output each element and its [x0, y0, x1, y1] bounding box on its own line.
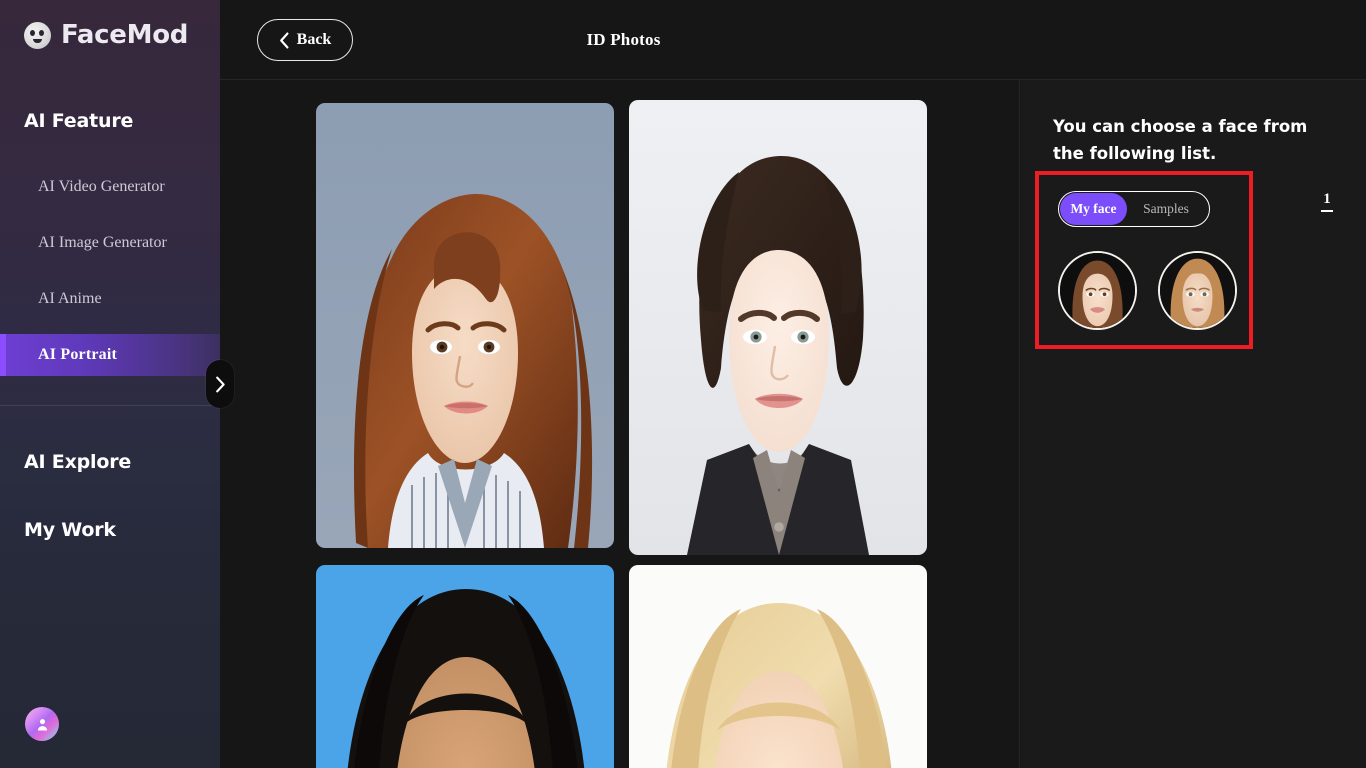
- sidebar-item-ai-image-generator[interactable]: AI Image Generator: [0, 222, 220, 264]
- brand-name: FaceMod: [61, 20, 189, 50]
- gallery-photo-item[interactable]: [629, 565, 927, 768]
- panel-heading: You can choose a face from the following…: [1053, 117, 1308, 163]
- gallery-photo-item[interactable]: [316, 103, 614, 548]
- annotation-underline: [1321, 210, 1333, 212]
- user-avatar-icon[interactable]: [25, 707, 59, 741]
- sidebar-item-ai-anime[interactable]: AI Anime: [0, 278, 220, 320]
- sidebar-item-label: AI Portrait: [38, 346, 118, 363]
- photo-gallery: [220, 80, 1020, 768]
- sidebar-item-label: AI Video Generator: [38, 178, 165, 195]
- header: Back ID Photos: [220, 0, 1366, 80]
- gallery-photo-item[interactable]: [316, 565, 614, 768]
- chevron-right-icon: [215, 376, 225, 392]
- gallery-photo-item[interactable]: [629, 100, 927, 555]
- face-thumbnail[interactable]: [1058, 251, 1137, 330]
- sidebar-item-ai-portrait[interactable]: AI Portrait: [0, 334, 220, 376]
- sidebar-item-label: AI Image Generator: [38, 234, 167, 251]
- sidebar-divider: [0, 405, 220, 406]
- annotation-marker-1: 1: [1302, 191, 1352, 212]
- page-title: ID Photos: [586, 30, 661, 49]
- face-logo-icon: [24, 21, 51, 49]
- sidebar: FaceMod AI Feature AI Video Generator AI…: [0, 0, 220, 768]
- tab-samples[interactable]: Samples: [1127, 193, 1205, 225]
- annotation-number: 1: [1323, 191, 1331, 207]
- sidebar-item-label: AI Anime: [38, 290, 102, 307]
- sidebar-heading-ai-explore[interactable]: AI Explore: [24, 451, 131, 473]
- face-source-tabs: My face Samples: [1058, 191, 1210, 227]
- sidebar-item-ai-video-generator[interactable]: AI Video Generator: [0, 166, 220, 208]
- sidebar-collapse-toggle[interactable]: [206, 360, 234, 408]
- app-root: FaceMod AI Feature AI Video Generator AI…: [0, 0, 1366, 768]
- brand-logo[interactable]: FaceMod: [24, 20, 188, 50]
- face-thumbnail[interactable]: [1158, 251, 1237, 330]
- face-chooser-highlight-box: My face Samples: [1035, 171, 1253, 349]
- face-selection-panel: You can choose a face from the following…: [1021, 80, 1366, 768]
- sidebar-heading-my-work[interactable]: My Work: [24, 519, 116, 541]
- sidebar-heading-ai-feature: AI Feature: [24, 110, 134, 132]
- tab-my-face[interactable]: My face: [1060, 193, 1127, 225]
